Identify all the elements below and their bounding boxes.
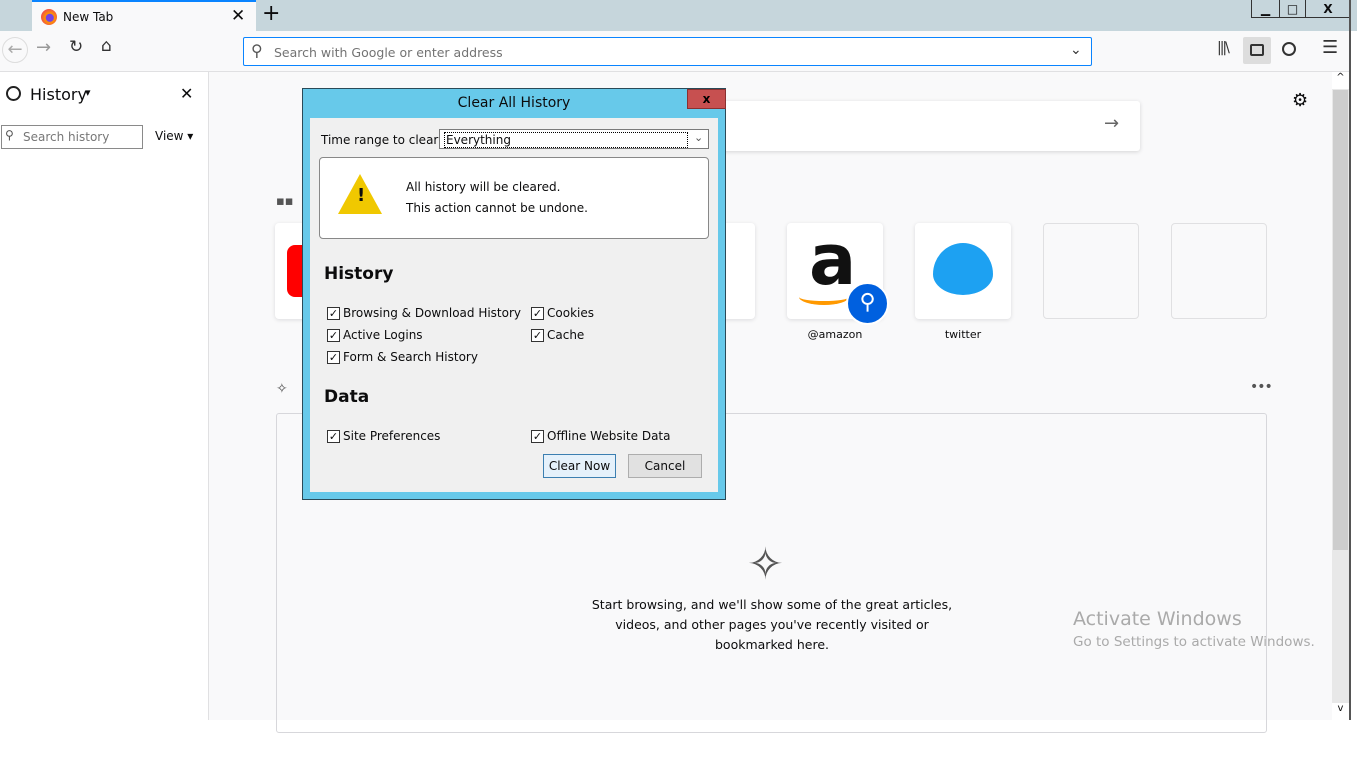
chevron-down-icon: ⌄ <box>694 131 704 144</box>
sidebar-toggle-icon[interactable] <box>1243 37 1271 64</box>
more-options-icon[interactable]: ••• <box>1250 379 1273 395</box>
checkbox-cookies[interactable]: ✓ Cookies <box>531 306 594 320</box>
top-site-empty <box>1043 223 1139 319</box>
scroll-up-icon[interactable]: ^ <box>1332 72 1349 89</box>
search-icon: ⚲ <box>5 128 14 142</box>
checkbox-browsing-history[interactable]: ✓ Browsing & Download History <box>327 306 521 320</box>
checkbox-site-preferences[interactable]: ✓ Site Preferences <box>327 429 440 443</box>
checkbox-label: Cache <box>547 328 585 342</box>
top-site-empty <box>1171 223 1267 319</box>
scroll-down-icon[interactable]: v <box>1332 703 1349 720</box>
close-tab-icon[interactable]: ✕ <box>231 6 245 26</box>
tab-new-tab[interactable]: New Tab ✕ <box>32 0 256 31</box>
checkbox-label: Form & Search History <box>343 350 478 364</box>
search-shortcut-badge-icon: ⚲ <box>846 282 889 325</box>
checkbox-label: Site Preferences <box>343 429 441 443</box>
top-site-label: twitter <box>944 328 982 341</box>
vertical-scrollbar[interactable]: ^ v <box>1332 72 1349 720</box>
close-window-button[interactable]: X <box>1305 0 1351 18</box>
time-range-select[interactable]: Everything ⌄ <box>439 129 709 149</box>
view-label: View <box>155 129 184 143</box>
history-sidebar: History ▾ ✕ ⚲ Search history View ▾ <box>0 72 209 720</box>
back-icon[interactable]: ← <box>2 37 28 63</box>
account-icon[interactable] <box>1282 42 1296 56</box>
settings-gear-icon[interactable]: ⚙ <box>1292 90 1308 111</box>
firefox-icon <box>41 9 57 25</box>
minimize-button[interactable]: ▁ <box>1251 0 1280 18</box>
sidebar-title[interactable]: History <box>30 85 87 104</box>
page-search-box[interactable]: → <box>700 101 1140 151</box>
search-placeholder: Search history <box>23 130 110 144</box>
top-sites-icon: ▪▪ <box>276 194 294 209</box>
clear-now-button[interactable]: Clear Now <box>543 454 616 478</box>
checkbox-cache[interactable]: ✓ Cache <box>531 328 584 342</box>
search-history-input[interactable]: ⚲ Search history <box>1 125 143 149</box>
activate-windows-title: Activate Windows <box>1073 608 1242 630</box>
url-placeholder: Search with Google or enter address <box>274 45 503 60</box>
checkbox-active-logins[interactable]: ✓ Active Logins <box>327 328 423 342</box>
dialog-title: Clear All History <box>457 95 571 111</box>
top-site-twitter[interactable] <box>915 223 1011 319</box>
library-icon[interactable]: |||\ <box>1217 40 1230 56</box>
history-heading: History <box>324 264 394 284</box>
new-tab-button[interactable]: + <box>262 1 280 26</box>
sparkle-icon: ✧ <box>747 539 784 590</box>
close-sidebar-icon[interactable]: ✕ <box>180 84 193 103</box>
checkbox-offline-website-data[interactable]: ✓ Offline Website Data <box>531 429 671 443</box>
checkbox-form-search-history[interactable]: ✓ Form & Search History <box>327 350 478 364</box>
empty-state-text: videos, and other pages you've recently … <box>615 617 929 632</box>
forward-icon[interactable]: → <box>36 37 51 58</box>
twitter-logo <box>933 243 993 295</box>
top-site-amazon[interactable]: a ⚲ <box>787 219 889 325</box>
menu-icon[interactable]: ☰ <box>1322 37 1338 58</box>
checkbox-label: Active Logins <box>343 328 423 342</box>
tab-title: New Tab <box>63 10 114 24</box>
warning-text: This action cannot be undone. <box>406 201 588 215</box>
time-range-value: Everything <box>444 132 688 148</box>
warning-box: ! All history will be cleared. This acti… <box>319 157 709 239</box>
checkbox-label: Cookies <box>547 306 594 320</box>
home-icon[interactable]: ⌂ <box>101 36 112 56</box>
arrow-right-icon[interactable]: → <box>1104 113 1119 134</box>
scroll-thumb[interactable] <box>1333 90 1348 550</box>
clear-history-dialog: Clear All History x Time range to clear:… <box>302 88 726 500</box>
checkbox-label: Offline Website Data <box>547 429 671 443</box>
reload-icon[interactable]: ↻ <box>69 37 83 57</box>
clock-icon <box>6 86 21 101</box>
activate-windows-subtitle: Go to Settings to activate Windows. <box>1073 634 1315 650</box>
warning-text: All history will be cleared. <box>406 180 561 194</box>
cancel-button[interactable]: Cancel <box>628 454 702 478</box>
view-menu-button[interactable]: View ▾ <box>155 129 193 143</box>
highlights-icon: ✧ <box>276 381 288 397</box>
chevron-down-icon[interactable]: ⌄ <box>1070 42 1082 58</box>
maximize-button[interactable]: □ <box>1279 0 1306 18</box>
checkbox-label: Browsing & Download History <box>343 306 522 320</box>
empty-state-text: Start browsing, and we'll show some of t… <box>591 597 953 612</box>
empty-state-text: bookmarked here. <box>715 637 829 652</box>
url-bar[interactable]: ⚲ Search with Google or enter address ⌄ <box>243 37 1092 66</box>
data-heading: Data <box>324 387 370 407</box>
dialog-close-button[interactable]: x <box>687 89 726 109</box>
chevron-down-icon[interactable]: ▾ <box>85 86 91 99</box>
top-site-label: @amazon <box>807 328 863 341</box>
time-range-label: Time range to clear: <box>321 133 443 147</box>
search-icon: ⚲ <box>251 41 263 60</box>
